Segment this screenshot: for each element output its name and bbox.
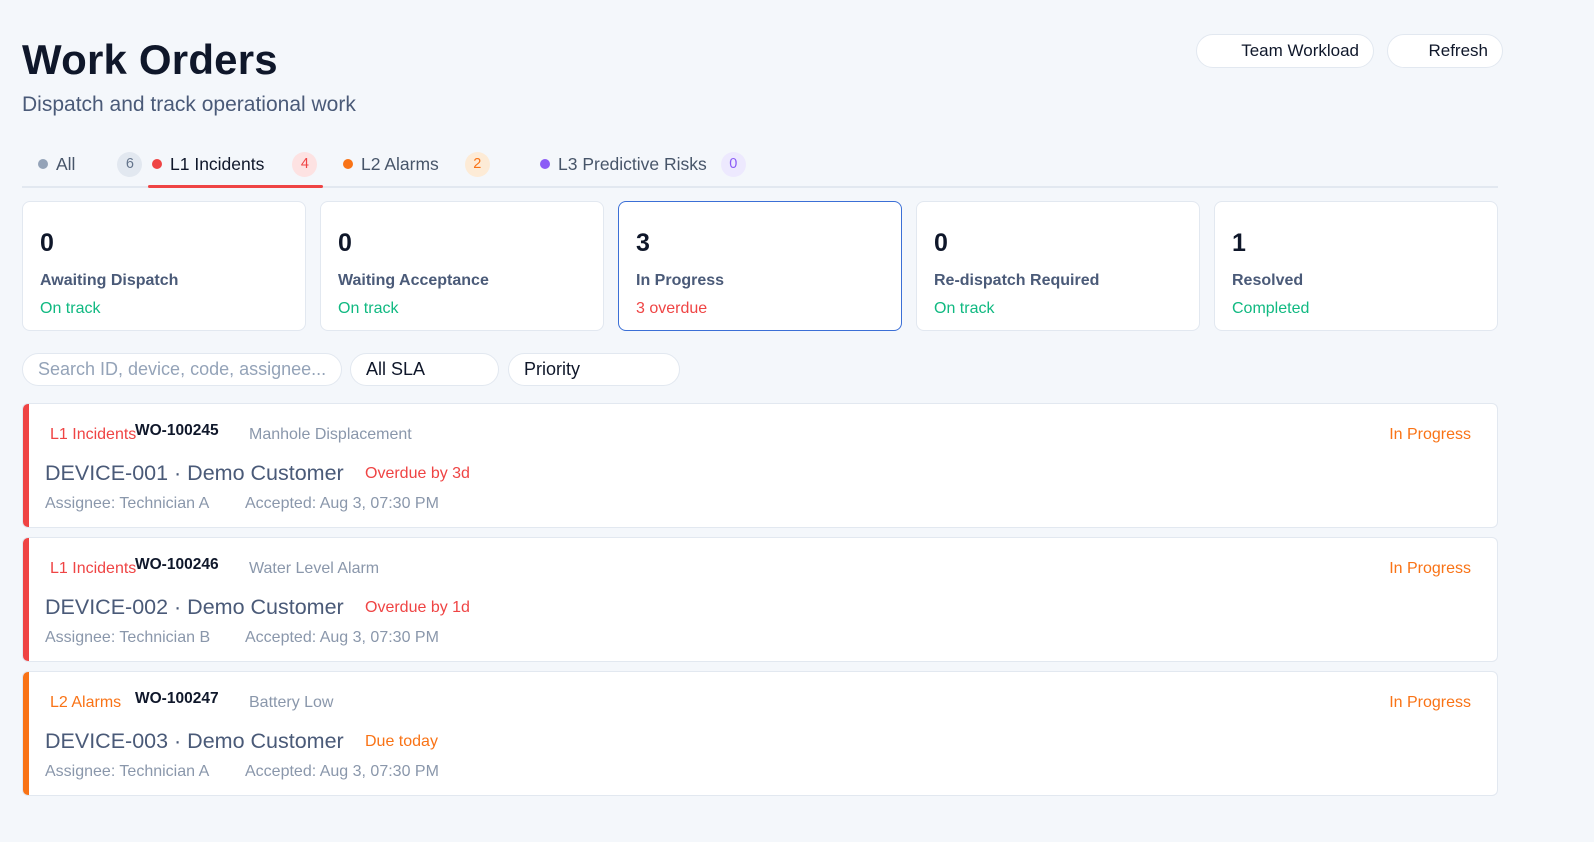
work-order-status: In Progress bbox=[1389, 560, 1471, 577]
tab-count-badge: 0 bbox=[720, 151, 746, 177]
tab-count-badge: 6 bbox=[117, 151, 143, 177]
work-order-device: DEVICE-001 · Demo Customer bbox=[45, 461, 344, 485]
tab-label: L3 Predictive Risks bbox=[558, 153, 707, 174]
work-order-id: WO-100245 bbox=[135, 422, 219, 439]
priority-accent-bar bbox=[23, 538, 29, 661]
work-order-level: L1 Incidents bbox=[50, 560, 137, 577]
work-order-level: L2 Alarms bbox=[50, 694, 122, 711]
work-order-accepted: Accepted: Aug 3, 07:30 PM bbox=[245, 763, 439, 780]
work-order-assignee: Assignee: Technician A bbox=[45, 495, 210, 512]
stat-card-waiting-acceptance[interactable]: 0 Waiting Acceptance On track bbox=[320, 201, 604, 331]
tab-count-badge: 2 bbox=[464, 151, 490, 177]
work-order-row[interactable]: L2 Alarms WO-100247 Battery Low In Progr… bbox=[22, 671, 1498, 796]
stat-status: Completed bbox=[1232, 300, 1310, 317]
tab-label: L1 Incidents bbox=[170, 153, 265, 174]
tab-l3-predictive-risks[interactable]: L3 Predictive Risks 0 bbox=[540, 140, 746, 188]
tab-label: L2 Alarms bbox=[361, 153, 439, 174]
tab-label: All bbox=[56, 153, 76, 174]
tab-all[interactable]: All 6 bbox=[38, 140, 143, 188]
stat-status: On track bbox=[338, 300, 399, 317]
work-order-type: Manhole Displacement bbox=[249, 426, 412, 443]
stat-card-re-dispatch-required[interactable]: 0 Re-dispatch Required On track bbox=[916, 201, 1200, 331]
stat-label: Re-dispatch Required bbox=[934, 272, 1100, 289]
stat-status: On track bbox=[40, 300, 101, 317]
stat-status: On track bbox=[934, 300, 995, 317]
work-order-status: In Progress bbox=[1389, 694, 1471, 711]
work-order-device: DEVICE-002 · Demo Customer bbox=[45, 595, 344, 619]
stat-card-awaiting-dispatch[interactable]: 0 Awaiting Dispatch On track bbox=[22, 201, 306, 331]
work-order-level: L1 Incidents bbox=[50, 426, 137, 443]
tab-l2-dot-icon bbox=[343, 159, 353, 169]
stat-card-resolved[interactable]: 1 Resolved Completed bbox=[1214, 201, 1498, 331]
team-workload-button[interactable]: Team Workload bbox=[1196, 34, 1374, 68]
work-order-assignee: Assignee: Technician B bbox=[45, 629, 211, 646]
work-order-id: WO-100247 bbox=[135, 690, 219, 707]
work-order-status: In Progress bbox=[1389, 426, 1471, 443]
tab-l1-dot-icon bbox=[152, 159, 162, 169]
tab-l3-dot-icon bbox=[540, 159, 550, 169]
stat-value: 0 bbox=[40, 229, 54, 257]
refresh-button[interactable]: Refresh bbox=[1387, 34, 1503, 68]
priority-accent-bar bbox=[23, 404, 29, 527]
stat-label: Waiting Acceptance bbox=[338, 272, 489, 289]
stat-value: 0 bbox=[934, 229, 948, 257]
work-order-sla: Due today bbox=[365, 733, 438, 750]
work-order-assignee: Assignee: Technician A bbox=[45, 763, 210, 780]
active-tab-indicator bbox=[148, 185, 323, 188]
sla-filter-select[interactable]: All SLA bbox=[350, 353, 499, 386]
tab-count-badge: 4 bbox=[292, 151, 318, 177]
work-orders-page: Work Orders Dispatch and track operation… bbox=[0, 0, 1594, 842]
work-order-accepted: Accepted: Aug 3, 07:30 PM bbox=[245, 629, 439, 646]
stat-card-in-progress[interactable]: 3 In Progress 3 overdue bbox=[618, 201, 902, 331]
priority-accent-bar bbox=[23, 672, 29, 795]
work-order-sla: Overdue by 3d bbox=[365, 465, 470, 482]
stat-label: In Progress bbox=[636, 272, 725, 289]
stat-value: 1 bbox=[1232, 229, 1246, 257]
work-order-sla: Overdue by 1d bbox=[365, 599, 470, 616]
stat-label: Awaiting Dispatch bbox=[40, 272, 179, 289]
page-subtitle: Dispatch and track operational work bbox=[22, 93, 356, 116]
work-order-accepted: Accepted: Aug 3, 07:30 PM bbox=[245, 495, 439, 512]
stat-label: Resolved bbox=[1232, 272, 1304, 289]
stat-status: 3 overdue bbox=[636, 300, 708, 317]
tab-l1-incidents[interactable]: L1 Incidents 4 bbox=[152, 140, 318, 188]
stat-value: 0 bbox=[338, 229, 352, 257]
tab-all-dot-icon bbox=[38, 159, 48, 169]
tab-l2-alarms[interactable]: L2 Alarms 2 bbox=[343, 140, 490, 188]
work-order-type: Water Level Alarm bbox=[249, 560, 380, 577]
page-title: Work Orders bbox=[22, 36, 278, 83]
level-tabs: All 6 L1 Incidents 4 L2 Alarms 2 L3 Pred… bbox=[22, 140, 1498, 188]
work-order-type: Battery Low bbox=[249, 694, 334, 711]
priority-filter-select[interactable]: Priority bbox=[508, 353, 680, 386]
work-order-row[interactable]: L1 Incidents WO-100246 Water Level Alarm… bbox=[22, 537, 1498, 662]
work-order-device: DEVICE-003 · Demo Customer bbox=[45, 729, 344, 753]
work-order-id: WO-100246 bbox=[135, 556, 219, 573]
stat-value: 3 bbox=[636, 229, 650, 257]
work-order-row[interactable]: L1 Incidents WO-100245 Manhole Displacem… bbox=[22, 403, 1498, 528]
search-input[interactable]: Search ID, device, code, assignee... bbox=[22, 353, 342, 386]
